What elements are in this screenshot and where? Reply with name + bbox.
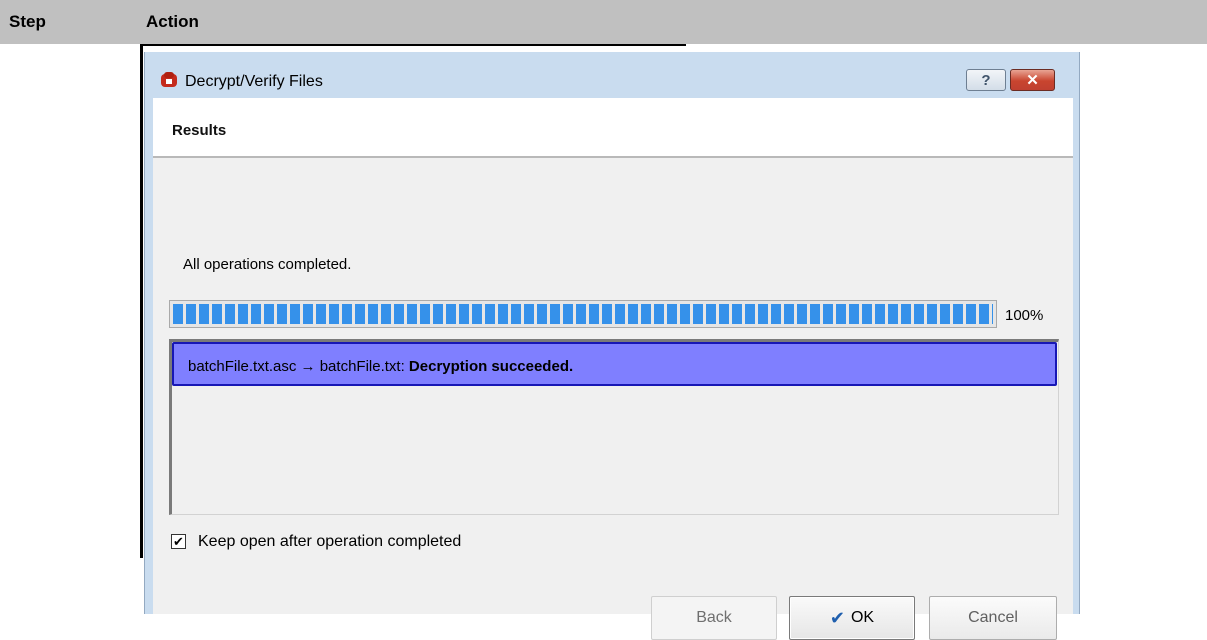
progress-fill — [173, 304, 993, 324]
keep-open-checkbox[interactable]: ✔ — [171, 534, 186, 549]
cancel-button[interactable]: Cancel — [929, 596, 1057, 640]
close-button[interactable]: ✕ — [1010, 69, 1055, 91]
doc-divider-horizontal — [140, 44, 686, 46]
action-column-header: Action — [146, 12, 199, 31]
step-column-header: Step — [9, 12, 46, 31]
title-bar[interactable]: Decrypt/Verify Files ? ✕ — [145, 52, 1079, 98]
back-button[interactable]: Back — [651, 596, 777, 640]
app-lock-icon — [161, 72, 177, 87]
help-button[interactable]: ? — [966, 69, 1006, 91]
result-file-text: batchFile.txt.asc → batchFile.txt: — [188, 358, 409, 375]
result-status-text: Decryption succeeded. — [408, 358, 574, 375]
doc-table-header: Step Action — [0, 0, 1207, 44]
ok-label: OK — [850, 609, 875, 626]
progress-bar — [169, 300, 997, 328]
doc-divider-vertical — [140, 44, 143, 558]
keep-open-label[interactable]: Keep open after operation completed — [198, 533, 461, 551]
page-banner: Results — [153, 98, 1073, 158]
decrypt-verify-dialog: Decrypt/Verify Files ? ✕ Results All ope… — [144, 52, 1080, 640]
ok-button[interactable]: ✔ OK — [789, 596, 915, 640]
checkmark-icon: ✔ — [829, 607, 845, 628]
list-item[interactable]: batchFile.txt.asc → batchFile.txt: Decry… — [172, 342, 1057, 386]
page-title: Results — [172, 122, 227, 139]
results-list[interactable]: batchFile.txt.asc → batchFile.txt: Decry… — [169, 339, 1059, 515]
progress-percent: 100% — [1005, 307, 1044, 324]
status-message: All operations completed. — [183, 256, 352, 273]
dialog-body: Results All operations completed. 100% b… — [153, 98, 1073, 640]
window-title: Decrypt/Verify Files — [185, 73, 323, 90]
